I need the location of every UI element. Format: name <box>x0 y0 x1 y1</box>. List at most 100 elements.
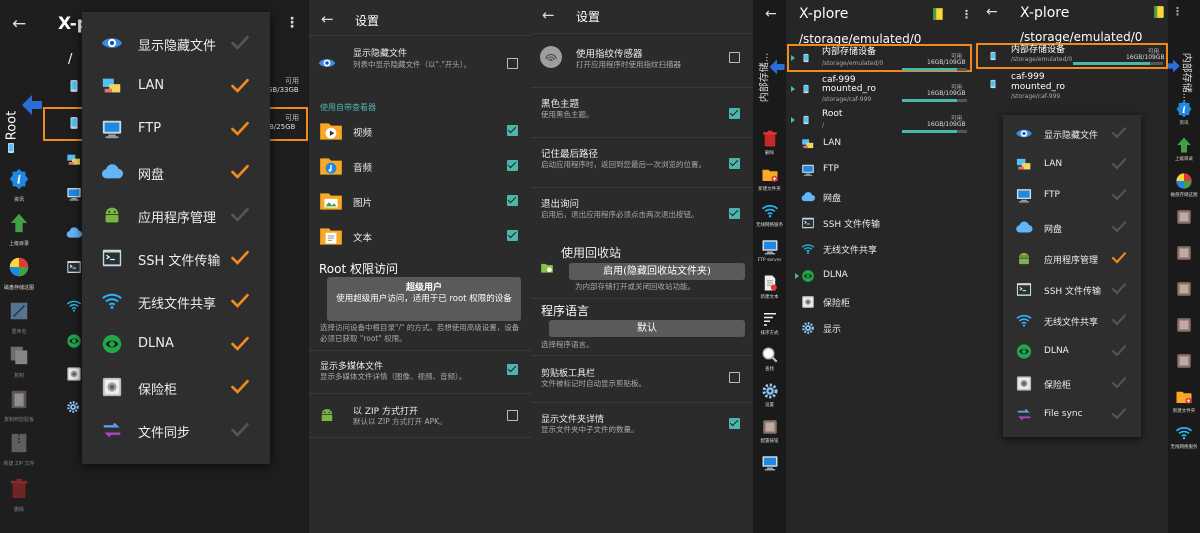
checkbox-hidden[interactable] <box>507 58 518 69</box>
toolbar-button[interactable]: 新建文件夹 <box>1168 388 1200 414</box>
storage-row[interactable]: 内部存储设备/storage/emulated/0 可用 16GB/109GB <box>978 44 1168 70</box>
viewer-row[interactable]: 视频 <box>309 115 531 147</box>
viewer-checkbox[interactable] <box>507 160 518 171</box>
storage-row[interactable]: 内部存储设备/storage/emulated/0 可用 16GB/109GB <box>789 46 971 72</box>
setting-zip[interactable]: 以 ZIP 方式打开 默认以 ZIP 方式打开 APK。 <box>309 398 531 434</box>
expand-arrow-icon[interactable] <box>791 117 795 123</box>
toolbar-delete[interactable]: 删除 <box>2 478 36 513</box>
menu-item[interactable]: FTP <box>82 108 270 151</box>
recycle-button[interactable]: 启用(隐藏回收站文件夹) <box>569 263 745 280</box>
menu-item[interactable]: 无线文件共享 <box>1003 305 1141 336</box>
setting-checkbox[interactable] <box>729 208 740 219</box>
viewer-checkbox[interactable] <box>507 125 518 136</box>
toolbar-button[interactable] <box>1168 208 1200 228</box>
toolbar-copy[interactable]: 复制 <box>2 344 36 379</box>
tree-item[interactable]: 保险柜 <box>789 292 971 314</box>
toolbar-button[interactable] <box>1168 244 1200 264</box>
expand-arrow-icon[interactable] <box>791 55 795 61</box>
toolbar-button[interactable]: 新建文件夹 <box>753 166 786 192</box>
tree-item[interactable]: SSH 文件传输 <box>789 213 971 235</box>
checkbox-zip[interactable] <box>507 410 518 421</box>
superuser-button[interactable]: 超级用户 使用超级用户访问，适用于已 root 权限的设备 <box>327 277 521 321</box>
toolbar-diskmap[interactable]: 磁盘存储这图 <box>2 256 36 291</box>
toolbar-button[interactable]: 上级目录 <box>1168 136 1200 162</box>
menu-item[interactable]: DLNA <box>82 323 270 366</box>
tree-item[interactable]: 显示 <box>789 318 971 340</box>
expand-arrow-icon[interactable] <box>795 272 799 279</box>
viewer-checkbox[interactable] <box>507 230 518 241</box>
setting-checkbox[interactable] <box>729 52 740 63</box>
toolbar-button[interactable] <box>753 454 786 474</box>
tree-item[interactable]: DLNA <box>789 266 971 288</box>
menu-item[interactable]: 文件同步 <box>82 409 270 452</box>
back-arrow-icon[interactable]: ← <box>542 8 555 23</box>
viewer-row[interactable]: 文本 <box>309 220 531 252</box>
book-icon[interactable] <box>1152 3 1166 21</box>
back-arrow-icon[interactable]: ← <box>321 12 334 27</box>
toolbar-button[interactable] <box>1168 352 1200 372</box>
storage-row[interactable]: Root / 可用 16GB/109GB <box>789 108 971 134</box>
tree-item[interactable]: 无线文件共享 <box>789 239 971 261</box>
expand-arrow-icon[interactable] <box>791 86 795 92</box>
storage-row[interactable]: caf-999 mounted_ro/storage/caf-999 可用 16GB… <box>789 76 971 103</box>
setting-checkbox[interactable] <box>729 108 740 119</box>
toolbar-button[interactable]: 新建文本 <box>753 274 786 300</box>
back-arrow-icon[interactable]: ← <box>765 7 777 21</box>
setting-row[interactable]: 使用指纹传感器 打开应用程序时使用指纹扫描器 <box>531 40 753 88</box>
setting-hidden-files[interactable]: 显示隐藏文件 列表中显示隐藏文件（以"."开头）。 <box>309 42 531 84</box>
menu-item[interactable]: 保险柜 <box>1003 368 1141 399</box>
overflow-menu-icon[interactable]: ⋮ <box>285 16 299 30</box>
menu-item[interactable]: SSH 文件传输 <box>82 237 270 280</box>
toolbar-button[interactable] <box>1168 316 1200 336</box>
back-arrow-icon[interactable]: ← <box>986 5 998 19</box>
menu-item[interactable]: LAN <box>82 65 270 108</box>
toolbar-button[interactable]: 配置按钮 <box>753 418 786 444</box>
menu-item[interactable]: 无线文件共享 <box>82 280 270 323</box>
checkbox-folder-details[interactable] <box>729 418 740 429</box>
toolbar-info[interactable]: 资讯 <box>2 168 36 203</box>
menu-item[interactable]: 应用程序管理 <box>1003 243 1141 274</box>
setting-folder-details[interactable]: 显示文件夹详情 显示文件夹中子文件的数量。 <box>531 408 753 444</box>
menu-item[interactable]: 网盘 <box>1003 212 1141 243</box>
setting-row[interactable]: 黑色主题 使用黑色主题。 <box>531 90 753 138</box>
menu-item[interactable]: 显示隐藏文件 <box>82 22 270 65</box>
toolbar-button[interactable]: 查找 <box>753 346 786 372</box>
tree-item[interactable]: FTP <box>789 160 971 182</box>
storage-row[interactable]: caf-999 mounted_ro/storage/caf-999 <box>978 72 1168 100</box>
toolbar-button[interactable]: 磁盘存储这图 <box>1168 172 1200 198</box>
viewer-row[interactable]: 音频 <box>309 150 531 182</box>
toolbar-button[interactable]: 无线网络服务 <box>753 202 786 228</box>
toolbar-clipboard[interactable]: 复制到剪贴板 <box>2 388 36 423</box>
menu-item[interactable]: FTP <box>1003 180 1141 211</box>
setting-row[interactable]: 退出询问 启用后，退出应用程序必须点击两次退出按钮。 <box>531 190 753 236</box>
toolbar-rename[interactable]: 重命名 <box>2 300 36 335</box>
toolbar-button[interactable]: 无线网络服务 <box>1168 424 1200 450</box>
language-button[interactable]: 默认 <box>549 320 745 337</box>
toolbar-parent[interactable]: 上级目录 <box>2 212 36 247</box>
menu-item[interactable]: LAN <box>1003 149 1141 180</box>
toolbar-zip[interactable]: 新建 ZIP 文件 <box>2 432 36 467</box>
tree-item[interactable]: LAN <box>789 134 971 156</box>
menu-item[interactable]: DLNA <box>1003 336 1141 367</box>
viewer-checkbox[interactable] <box>507 195 518 206</box>
overflow-menu-icon[interactable]: ⋮ <box>961 9 972 20</box>
side-storage-tab[interactable]: 内部存储... <box>753 40 773 120</box>
toolbar-button[interactable]: FTP server <box>753 238 786 263</box>
overflow-menu-icon[interactable]: ⋮ <box>1172 6 1183 17</box>
book-icon[interactable] <box>931 5 945 23</box>
setting-clipboard[interactable]: 剪贴板工具栏 文件被标记时自动显示剪贴板。 <box>531 362 753 398</box>
menu-item[interactable]: 显示隐藏文件 <box>1003 118 1141 149</box>
menu-item[interactable]: File sync <box>1003 399 1141 430</box>
toolbar-button[interactable] <box>1168 280 1200 300</box>
toolbar-button[interactable]: 删除 <box>753 130 786 156</box>
checkbox-clipboard[interactable] <box>729 372 740 383</box>
setting-row[interactable]: 记住最后路径 启动应用程序时，返回到您最后一次浏览的位置。 <box>531 140 753 188</box>
back-arrow-icon[interactable]: ← <box>12 16 26 33</box>
setting-checkbox[interactable] <box>729 158 740 169</box>
setting-media[interactable]: 显示多媒体文件 显示多媒体文件详情（图像、视频、音频）。 <box>309 355 531 387</box>
menu-item[interactable]: 网盘 <box>82 151 270 194</box>
toolbar-button[interactable]: 设置 <box>753 382 786 408</box>
menu-item[interactable]: 应用程序管理 <box>82 194 270 237</box>
toolbar-button[interactable]: 排序方式 <box>753 310 786 336</box>
toolbar-button[interactable]: 资讯 <box>1168 100 1200 126</box>
